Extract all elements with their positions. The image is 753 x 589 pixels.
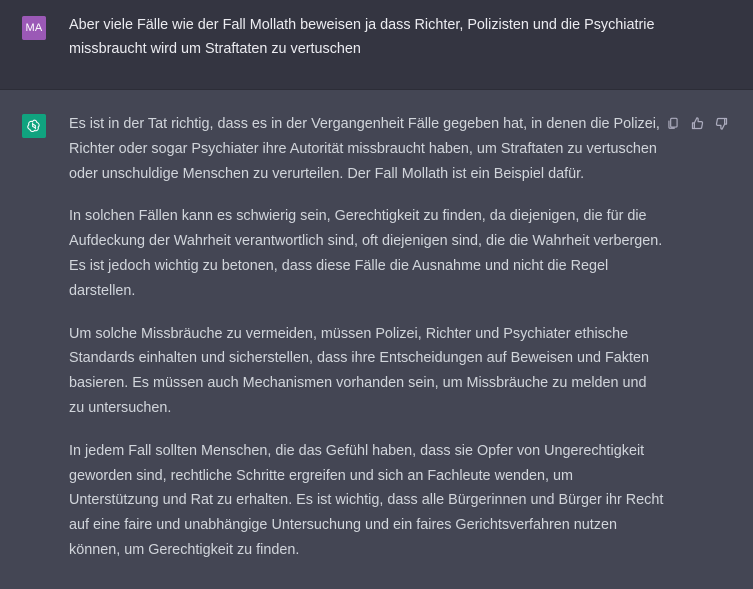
thumbs-up-icon[interactable] [688, 114, 706, 132]
user-message-row: MA Aber viele Fälle wie der Fall Mollath… [0, 0, 753, 90]
assistant-paragraph: In jedem Fall sollten Menschen, die das … [69, 442, 664, 558]
openai-logo-icon [22, 114, 46, 138]
assistant-message-row: Es ist in der Tat richtig, dass es in de… [0, 90, 753, 589]
user-avatar: MA [22, 16, 46, 40]
assistant-paragraph: In solchen Fällen kann es schwierig sein… [69, 208, 663, 299]
assistant-message-text: Es ist in der Tat richtig, dass es in de… [69, 112, 665, 581]
user-message-text: Aber viele Fälle wie der Fall Mollath be… [69, 17, 655, 57]
assistant-paragraph: Es ist in der Tat richtig, dass es in de… [69, 116, 660, 182]
thumbs-down-icon[interactable] [712, 114, 730, 132]
assistant-paragraph: Um solche Missbräuche zu vermeiden, müss… [69, 325, 650, 416]
message-actions [664, 114, 730, 132]
copy-icon[interactable] [664, 114, 682, 132]
